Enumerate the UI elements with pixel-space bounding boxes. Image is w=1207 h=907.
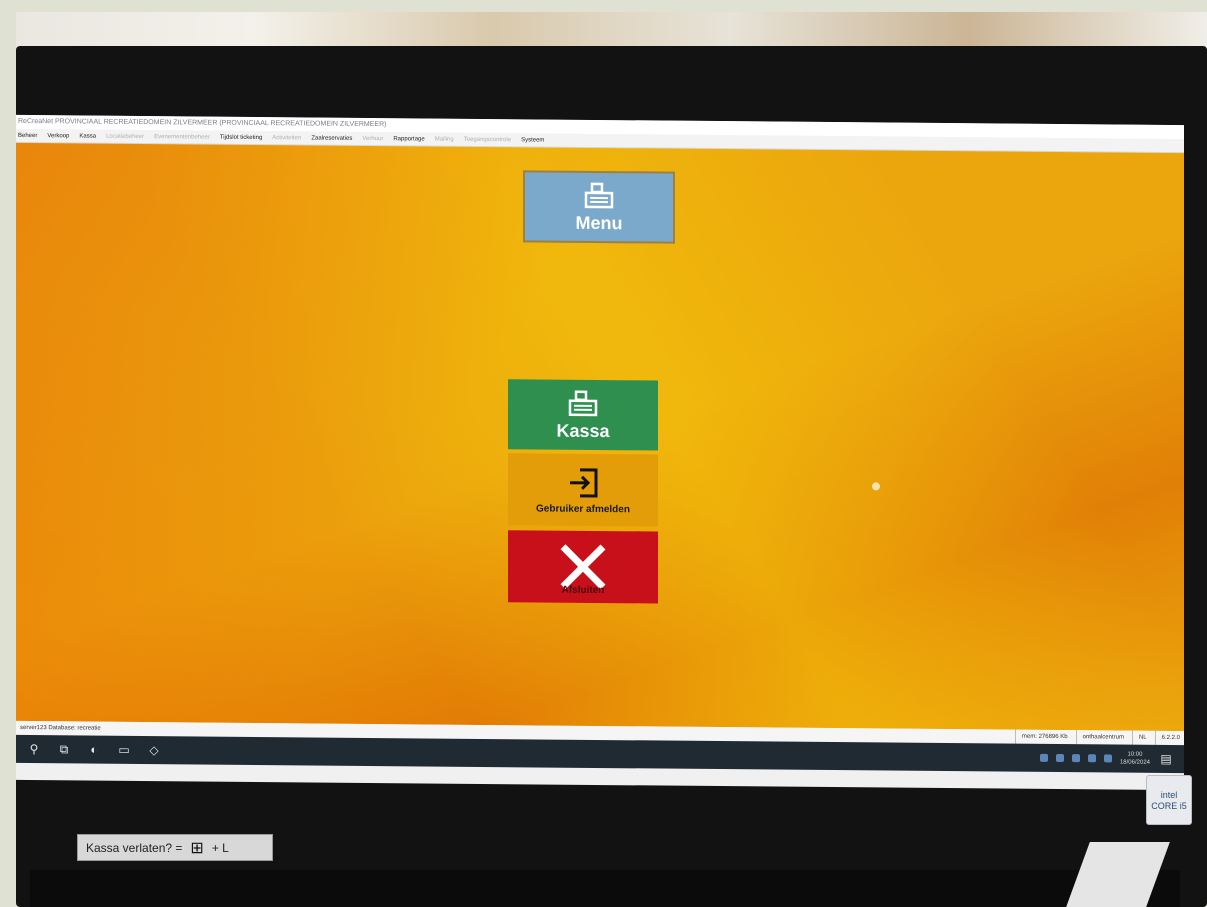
menu-item-activiteiten[interactable]: Activiteiten	[272, 131, 301, 144]
file-explorer-icon[interactable]: ▭	[116, 742, 132, 758]
tray-app-icon[interactable]	[1055, 753, 1064, 763]
edge-browser-icon[interactable]: ◐	[86, 742, 102, 758]
system-tray: 10:00 18/06/2024 ▤	[1039, 744, 1174, 773]
search-icon[interactable]: ⚲	[26, 741, 42, 757]
menu-item-verhuur[interactable]: Verhuur	[362, 132, 383, 145]
menu-item-locatiebeheer[interactable]: Locatiebeheer	[106, 130, 144, 143]
logout-tile[interactable]: Gebruiker afmelden	[508, 453, 658, 527]
sticker-text: Kassa verlaten? =	[86, 840, 183, 855]
menu-item-evenementenbeheer[interactable]: Evenementenbeheer	[154, 130, 210, 143]
status-location: onthaalcentrum	[1075, 730, 1124, 745]
status-language: NL	[1131, 730, 1147, 745]
clock[interactable]: 10:00 18/06/2024	[1120, 751, 1150, 767]
tray-app-icon[interactable]	[1071, 754, 1080, 763]
menu-item-beheer[interactable]: Beheer	[18, 129, 37, 142]
shortcut-sticker: Kassa verlaten? = ⊞ + L	[77, 834, 273, 861]
keyboard	[30, 870, 1180, 907]
kassa-tile[interactable]: Kassa	[508, 379, 658, 451]
cash-register-icon	[584, 182, 614, 208]
kassa-label: Kassa	[556, 420, 610, 441]
volume-icon[interactable]	[1103, 754, 1112, 763]
status-version: 6.2.2.0	[1154, 730, 1180, 746]
app-icon[interactable]: ◇	[146, 742, 162, 758]
tray-app-icon[interactable]	[1039, 753, 1048, 762]
intel-badge-text: intel CORE i5	[1151, 790, 1187, 811]
menu-item-kassa[interactable]: Kassa	[79, 129, 96, 142]
clock-date: 18/06/2024	[1119, 759, 1150, 766]
close-label: Afsluiten	[561, 584, 605, 596]
menu-item-toegangscontrole[interactable]: Toegangscontrole	[464, 133, 511, 146]
close-tile[interactable]: Afsluiten	[508, 530, 658, 604]
mouse-cursor	[872, 482, 880, 491]
menu-item-zaalreservaties[interactable]: Zaalreservaties	[311, 131, 352, 144]
windows-key-icon: ⊞	[190, 839, 204, 857]
menu-item-tijdslot-ticketing[interactable]: Tijdslot ticketing	[220, 131, 262, 144]
logout-label: Gebruiker afmelden	[536, 502, 630, 515]
network-icon[interactable]	[1087, 754, 1096, 763]
menu-tile[interactable]: Menu	[523, 170, 675, 244]
menu-label: Menu	[575, 212, 623, 233]
clock-time: 10:00	[1127, 751, 1143, 758]
task-view-icon[interactable]: ⧉	[56, 741, 72, 757]
menu-item-verkoop[interactable]: Verkoop	[47, 129, 69, 142]
menu-item-mailing[interactable]: Mailing	[435, 133, 454, 146]
menu-item-systeem[interactable]: Systeem	[521, 133, 544, 146]
intel-badge: intel CORE i5	[1146, 775, 1192, 825]
screen: ReCreaNet PROVINCIAAL RECREATIEDOMEIN ZI…	[16, 114, 1184, 791]
notifications-icon[interactable]: ▤	[1158, 751, 1174, 767]
sticker-suffix: + L	[211, 840, 229, 855]
status-memory: mem: 276896 Kb	[1014, 729, 1068, 745]
desktop-background: Menu Kassa Gebruiker afmelden Afsluiten	[16, 142, 1184, 732]
status-database: server123 Database: recreatie	[20, 724, 101, 732]
logout-icon	[570, 467, 598, 497]
menu-item-rapportage[interactable]: Rapportage	[393, 132, 424, 145]
status-right: mem: 276896 Kb onthaalcentrum NL 6.2.2.0	[1014, 729, 1180, 746]
cash-register-icon	[568, 390, 598, 416]
